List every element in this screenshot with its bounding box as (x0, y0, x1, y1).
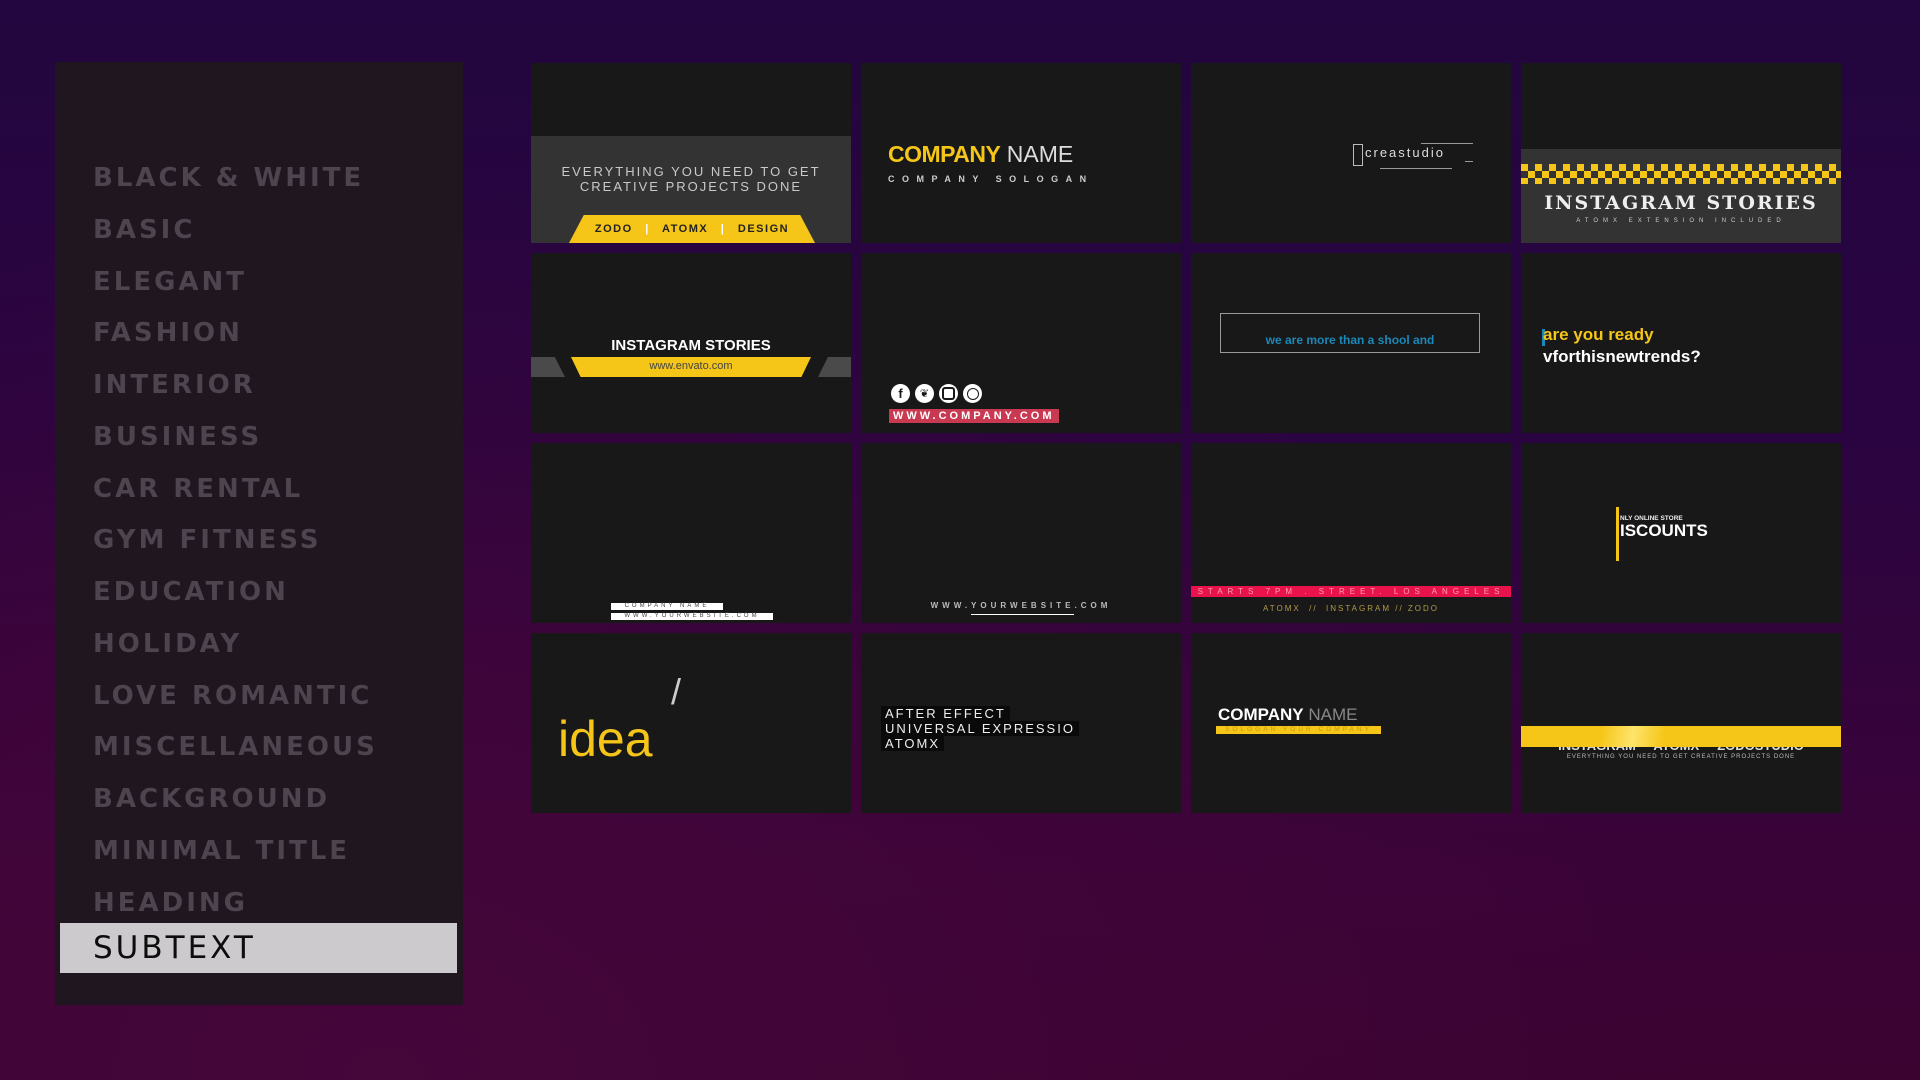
instagram-stories-title: INSTAGRAM STORIES (1544, 192, 1818, 214)
preset-tile-13[interactable]: / idea (531, 633, 851, 813)
preset-tile-4[interactable]: INSTAGRAM STORIES ATOMX EXTENSION INCLUD… (1521, 63, 1841, 243)
yellow-wipe-bar (1521, 726, 1841, 747)
deco-line-top (1421, 143, 1473, 144)
preset-tile-12[interactable]: NLY ONLINE STORE ISCOUNTS (1521, 443, 1841, 623)
preset-tile-2[interactable]: COMPANY NAME COMPANY SOLOGAN (861, 63, 1181, 243)
preset-tile-14[interactable]: AFTER EFFECT UNIVERSAL EXPRESSIO ATOMX (861, 633, 1181, 813)
extension-subtitle: ATOMX EXTENSION INCLUDED (1576, 218, 1786, 224)
creastudio-logo: creastudio (1365, 145, 1445, 160)
tag-atomx: ATOMX (661, 223, 709, 235)
preset-tile-9[interactable]: COMPANY NAME WWW.YOURWEBSITE.COM (531, 443, 851, 623)
category-holiday[interactable]: HOLIDAY (93, 624, 242, 664)
tag-zodo: ZODO (594, 223, 633, 235)
tagline: EVERYTHING YOU NEED TO GET CREATIVE PROJ… (1566, 754, 1796, 760)
preset-tile-16[interactable]: INSTAGRAM ATOMX ZODOSTUDIO EVERYTHING YO… (1521, 633, 1841, 813)
category-miscellaneous[interactable]: MISCELLANEOUS (93, 727, 378, 767)
instagram-icon (939, 384, 958, 403)
event-banner: STARTS 7PM . STREET. LOS ANGELES (1191, 586, 1511, 597)
category-minimal-title[interactable]: MINIMAL TITLE (93, 831, 350, 871)
ae-lines: AFTER EFFECT UNIVERSAL EXPRESSIO ATOMX (881, 706, 1079, 751)
category-gym-fitness[interactable]: GYM FITNESS (93, 520, 322, 560)
category-business[interactable]: BUSINESS (93, 417, 262, 457)
category-heading[interactable]: HEADING (93, 883, 248, 923)
category-basic[interactable]: BASIC (93, 210, 195, 250)
category-sidebar: BLACK & WHITE BASIC ELEGANT FASHION INTE… (55, 62, 463, 1005)
company-name-strip: COMPANY NAME (611, 603, 723, 610)
school-tagline: we are more than a shool and (1265, 333, 1435, 347)
category-car-rental[interactable]: CAR RENTAL (93, 469, 303, 509)
preset-tile-15[interactable]: COMPANY NAME SOLOGAN YOUR COMPANY (1191, 633, 1511, 813)
category-love-romantic[interactable]: LOVE ROMANTIC (93, 676, 372, 716)
tag-row: ZODO | ATOMX | DESIGN (594, 223, 790, 235)
question-line-1: are you ready (1543, 325, 1654, 344)
website-url: WWW.YOURWEBSITE.COM (930, 601, 1112, 610)
twitter-icon: ❦ (915, 384, 934, 403)
caption-line-2: CREATIVE PROJECTS DONE (579, 179, 803, 194)
envato-url: www.envato.com (649, 360, 733, 372)
tag-design: DESIGN (737, 223, 790, 235)
underline (971, 614, 1074, 615)
preset-tile-6[interactable]: f ❦ WWW.COMPANY.COM (861, 253, 1181, 433)
category-black-white[interactable]: BLACK & WHITE (93, 158, 364, 198)
company-bold: COMPANY (888, 141, 1001, 167)
preset-tile-11[interactable]: STARTS 7PM . STREET. LOS ANGELES ATOMX /… (1191, 443, 1511, 623)
instagram-stories-title: INSTAGRAM STORIES (611, 337, 771, 354)
whatsapp-icon (963, 384, 982, 403)
discounts-title: ISCOUNTS (1620, 521, 1708, 540)
slash-accent: / (671, 671, 682, 712)
company-name-title: COMPANY NAME (888, 141, 1073, 168)
ae-line-2: UNIVERSAL EXPRESSIO (881, 721, 1079, 736)
ae-line-1: AFTER EFFECT (881, 706, 1010, 721)
facebook-icon: f (891, 384, 910, 403)
question-line-2: vforthisnewtrends? (1543, 347, 1701, 366)
idea-title: idea (558, 711, 653, 767)
company-bold: COMPANY (1218, 705, 1304, 724)
checkered-strip (1521, 164, 1841, 184)
name-light: NAME (1308, 705, 1358, 724)
name-light: NAME (1006, 141, 1074, 167)
social-icons-row: f ❦ (891, 384, 982, 403)
preset-tile-10[interactable]: WWW.YOURWEBSITE.COM (861, 443, 1181, 623)
yellow-reveal-bar (1616, 507, 1619, 561)
caption-line-1: EVERYTHING YOU NEED TO GET (561, 164, 821, 179)
preset-tile-1[interactable]: EVERYTHING YOU NEED TO GET CREATIVE PROJ… (531, 63, 851, 243)
category-education[interactable]: EDUCATION (93, 572, 289, 612)
deco-line-bottom (1380, 168, 1452, 169)
company-slogan: COMPANY SOLOGAN (888, 174, 1094, 184)
tile-caption: EVERYTHING YOU NEED TO GET CREATIVE PROJ… (531, 164, 851, 194)
bracket-box (1353, 144, 1363, 166)
company-url-badge: WWW.COMPANY.COM (889, 409, 1059, 423)
event-footer: ATOMX // INSTAGRAM // ZODO (1262, 604, 1439, 613)
website-strip: WWW.YOURWEBSITE.COM (611, 613, 773, 620)
preset-tile-5[interactable]: INSTAGRAM STORIES www.envato.com (531, 253, 851, 433)
preset-tile-7[interactable]: we are more than a shool and (1191, 253, 1511, 433)
preset-tile-8[interactable]: are you ready vforthisnewtrends? (1521, 253, 1841, 433)
category-fashion[interactable]: FASHION (93, 313, 243, 353)
slogan-bar: SOLOGAN YOUR COMPANY (1216, 726, 1381, 734)
company-name-title: COMPANY NAME (1218, 705, 1358, 725)
category-elegant[interactable]: ELEGANT (93, 262, 247, 302)
preset-tile-3[interactable]: creastudio (1191, 63, 1511, 243)
deco-dash (1465, 161, 1473, 162)
ae-line-3: ATOMX (881, 736, 945, 751)
category-background[interactable]: BACKGROUND (93, 779, 330, 819)
category-subtext-selected[interactable]: SUBTEXT (60, 923, 457, 973)
category-interior[interactable]: INTERIOR (93, 365, 256, 405)
